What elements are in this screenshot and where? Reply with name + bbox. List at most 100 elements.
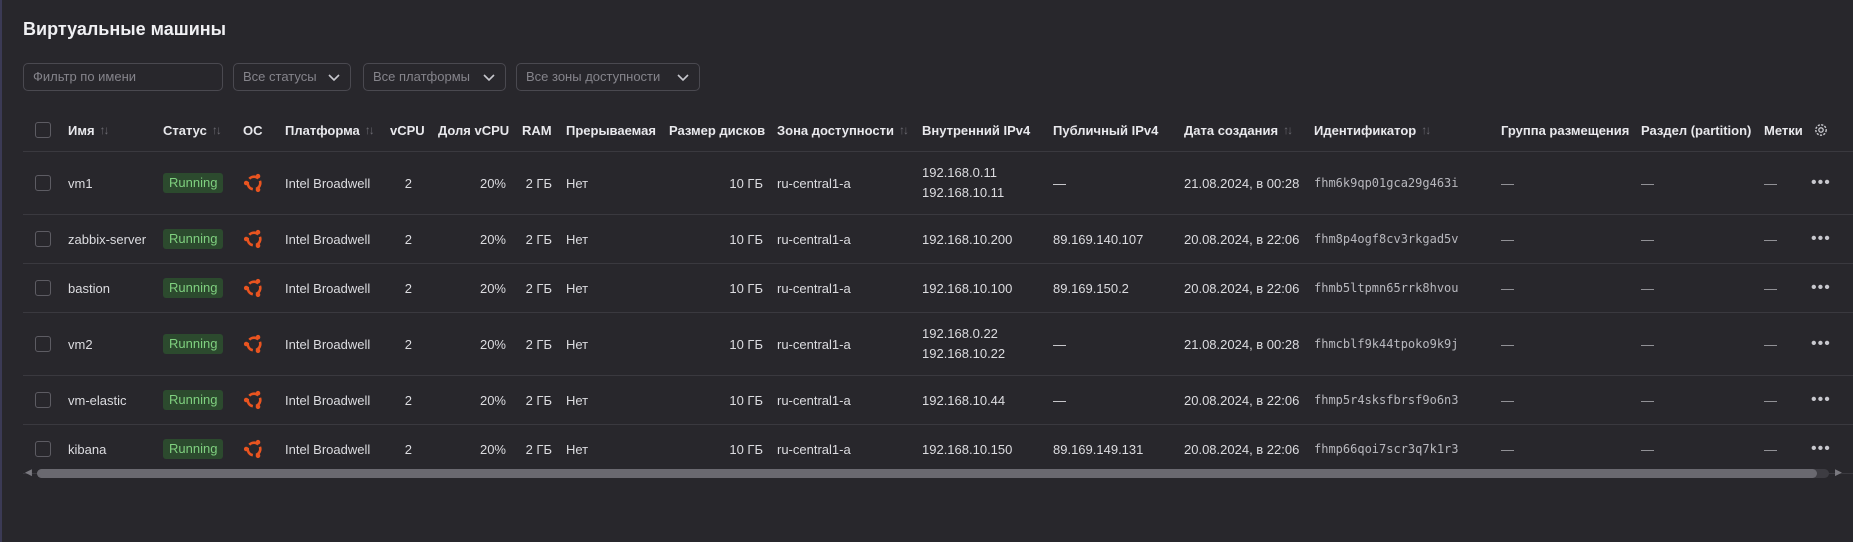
scrollbar-thumb[interactable] (37, 469, 1817, 478)
vcpu-share-value: 20% (479, 336, 506, 352)
preemptible-value: Нет (566, 336, 589, 352)
sort-icon: ↑↓ (211, 123, 222, 137)
internal-ip-value: 192.168.10.44 (922, 392, 1006, 408)
vcpu-share-value: 20% (479, 280, 506, 296)
status-cell: Running (163, 264, 224, 312)
horizontal-scrollbar[interactable]: ◀ ▶ (23, 464, 1843, 482)
column-header-placement-group: Группа размещения (1501, 122, 1630, 138)
status-badge: Running (163, 334, 224, 354)
platform-value: Intel Broadwell (285, 392, 371, 408)
vm-id-value: fhmb5ltpmn65rrk8hvou (1314, 281, 1459, 295)
ram-value: 2 ГБ (525, 336, 552, 352)
table-row[interactable]: bastion Running Intel Broadwell 2 20% 2 ГБ Нет… (23, 264, 1853, 313)
row-checkbox[interactable] (35, 441, 51, 457)
table-row[interactable]: vm2 Running Intel Broadwell 2 20% 2 ГБ Нет 10 Г… (23, 313, 1853, 376)
internal-ip-value: 192.168.10.11 (922, 185, 1005, 200)
table-row[interactable]: vm1 Running Intel Broadwell 2 20% 2 ГБ Нет 10 Г… (23, 152, 1853, 215)
row-checkbox[interactable] (35, 392, 51, 408)
sort-icon: ↑↓ (1421, 123, 1431, 137)
platform-value: Intel Broadwell (285, 280, 371, 296)
internal-ip-cell: 192.168.10.200 (922, 215, 1012, 263)
scrollbar-track[interactable] (37, 469, 1829, 478)
name-filter-input[interactable]: Фильтр по имени (23, 63, 223, 91)
page-title: Виртуальные машины (23, 19, 227, 39)
created-date-value: 20.08.2024, в 22:06 (1184, 392, 1300, 408)
chevron-down-icon (675, 65, 691, 89)
column-header-os: ОС (243, 122, 263, 138)
table-header: Имя ↑↓ Статус ↑↓ ОС Платформа ↑↓ vCPU Доля … (23, 109, 1853, 152)
column-header-status[interactable]: Статус ↑↓ (163, 109, 222, 151)
internal-ip-cell: 192.168.0.11 192.168.10.11 (922, 152, 1004, 214)
internal-ip-value: 192.168.10.150 (922, 441, 1013, 457)
column-header-name[interactable]: Имя ↑↓ (68, 109, 110, 151)
column-header-preemptible: Прерываемая (566, 122, 656, 138)
labels-value: — (1764, 336, 1777, 352)
select-all-checkbox[interactable] (35, 122, 51, 138)
row-checkbox[interactable] (35, 175, 51, 191)
vm-name[interactable]: vm-elastic (68, 376, 127, 424)
table-row[interactable]: zabbix-server Running Intel Broadwell 2 20% 2… (23, 215, 1853, 264)
vm-name[interactable]: bastion (68, 264, 110, 312)
scroll-right-arrow-icon[interactable]: ▶ (1835, 467, 1842, 478)
column-header-created[interactable]: Дата создания ↑↓ (1184, 109, 1293, 151)
partition-value: — (1641, 231, 1654, 247)
column-header-public-ip: Публичный IPv4 (1053, 122, 1159, 138)
zone-value: ru-central1-a (777, 280, 851, 296)
ram-value: 2 ГБ (525, 392, 552, 408)
row-actions-menu-icon[interactable]: ••• (1811, 264, 1831, 312)
scroll-left-arrow-icon[interactable]: ◀ (25, 467, 32, 478)
column-header-zone[interactable]: Зона доступности ↑↓ (777, 109, 909, 151)
ubuntu-icon (243, 152, 265, 214)
left-accent-bar (0, 0, 2, 542)
labels-value: — (1764, 392, 1777, 408)
ubuntu-icon (243, 376, 265, 424)
row-checkbox[interactable] (35, 231, 51, 247)
status-filter-select[interactable]: Все статусы (233, 63, 351, 91)
zone-value: ru-central1-a (777, 231, 851, 247)
table-settings-gear-icon[interactable] (1813, 109, 1829, 151)
vcpu-value: 2 (404, 175, 412, 191)
row-checkbox[interactable] (35, 280, 51, 296)
vcpu-value: 2 (404, 392, 412, 408)
status-badge: Running (163, 390, 224, 410)
chevron-down-icon (326, 65, 342, 89)
row-checkbox[interactable] (35, 336, 51, 352)
vm-name[interactable]: vm1 (68, 152, 93, 214)
vm-name[interactable]: vm2 (68, 313, 93, 375)
placement-group-value: — (1501, 336, 1514, 352)
row-actions-menu-icon[interactable]: ••• (1811, 376, 1831, 424)
zone-value: ru-central1-a (777, 175, 851, 191)
row-actions-menu-icon[interactable]: ••• (1811, 152, 1831, 214)
table-body: vm1 Running Intel Broadwell 2 20% 2 ГБ Нет 10 Г… (23, 152, 1853, 474)
status-badge: Running (163, 278, 224, 298)
platform-filter-select[interactable]: Все платформы (363, 63, 506, 91)
row-actions-menu-icon[interactable]: ••• (1811, 313, 1831, 375)
preemptible-value: Нет (566, 175, 589, 191)
column-header-vcpu: vCPU (390, 122, 425, 138)
vm-id-value: fhmcblf9k44tpoko9k9j (1314, 337, 1459, 351)
row-checkbox-cell (35, 313, 51, 375)
placement-group-value: — (1501, 231, 1514, 247)
column-header-disk-size: Размер дисков (669, 122, 766, 138)
disk-size-value: 10 ГБ (729, 175, 763, 191)
sort-icon: ↑↓ (899, 123, 909, 137)
chevron-down-icon (481, 65, 497, 89)
select-all-checkbox-cell (35, 109, 51, 151)
column-header-id[interactable]: Идентификатор ↑↓ (1314, 109, 1431, 151)
vm-name[interactable]: zabbix-server (68, 215, 146, 263)
platform-filter-value: Все платформы (373, 69, 470, 84)
ram-value: 2 ГБ (525, 231, 552, 247)
internal-ip-value: 192.168.10.100 (922, 280, 1013, 296)
row-actions-menu-icon[interactable]: ••• (1811, 215, 1831, 263)
column-header-vcpu-share: Доля vCPU (438, 122, 510, 138)
vm-table-container: Имя ↑↓ Статус ↑↓ ОС Платформа ↑↓ vCPU Доля … (23, 109, 1853, 479)
status-cell: Running (163, 376, 224, 424)
internal-ip-value: 192.168.0.11 (922, 165, 997, 180)
column-header-platform[interactable]: Платформа ↑↓ (285, 109, 375, 151)
zone-filter-select[interactable]: Все зоны доступности (516, 63, 700, 91)
vm-id-value: fhm8p4ogf8cv3rkgad5v (1314, 232, 1459, 246)
vcpu-share-value: 20% (479, 231, 506, 247)
vcpu-value: 2 (404, 336, 412, 352)
table-row[interactable]: vm-elastic Running Intel Broadwell 2 20% 2 ГБ… (23, 376, 1853, 425)
vm-table: Имя ↑↓ Статус ↑↓ ОС Платформа ↑↓ vCPU Доля … (23, 109, 1853, 474)
